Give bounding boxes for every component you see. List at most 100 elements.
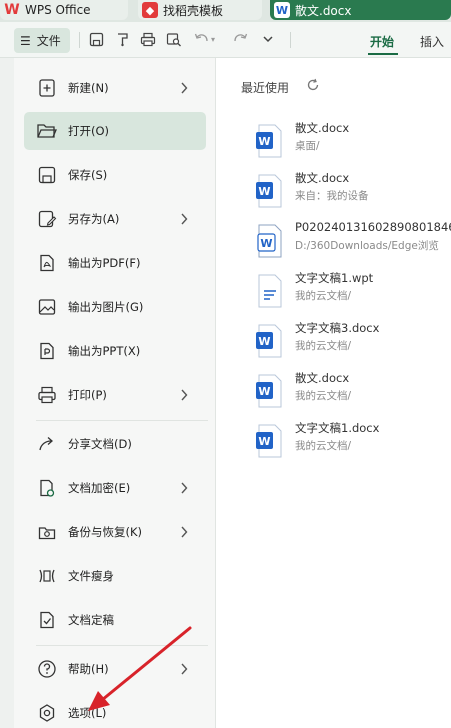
folder-open-icon: [36, 120, 58, 142]
tab-bar: W WPS Office ◆ 找稻壳模板 W 散文.docx: [0, 0, 451, 22]
chevron-right-icon: [176, 387, 192, 403]
word-doc-outline-icon: W: [256, 224, 284, 258]
file-path: 来自：我的设备: [295, 190, 369, 202]
docer-logo-icon: ◆: [142, 2, 158, 18]
menu-item-encrypt[interactable]: 文档加密(E): [24, 469, 206, 507]
toolbar-divider: [79, 32, 80, 48]
quick-toolbar: ☰ 文件 ▾ 开始 插入: [0, 22, 451, 58]
file-menu-button[interactable]: ☰ 文件: [14, 28, 70, 53]
word-doc-icon: W: [256, 374, 284, 408]
chevron-right-icon: [176, 480, 192, 496]
tab-wps-office[interactable]: W WPS Office: [0, 0, 128, 20]
menu-item-label: 输出为图片(G): [68, 300, 144, 314]
gear-icon: [36, 702, 58, 724]
recent-file-item[interactable]: W 散文.docx 我的云文档/: [252, 370, 451, 416]
menu-item-slim[interactable]: 文件瘦身: [24, 557, 206, 595]
menu-item-new[interactable]: 新建(N): [24, 69, 206, 107]
recent-file-item[interactable]: W 文字文稿1.docx 我的云文档/: [252, 420, 451, 466]
file-menu-panel: 新建(N) 打开(O) 保存(S) 另存为(A) 输出为PDF(F) 输出为图片…: [14, 58, 216, 728]
file-name: 散文.docx: [295, 371, 350, 385]
menu-item-label: 文档加密(E): [68, 481, 131, 495]
save-icon: [36, 164, 58, 186]
menu-item-label: 新建(N): [68, 81, 109, 95]
menu-item-finalize[interactable]: 文档定稿: [24, 601, 206, 639]
menu-item-help[interactable]: 帮助(H): [24, 650, 206, 688]
share-icon: [36, 433, 58, 455]
wps-logo-icon: W: [4, 2, 20, 18]
menu-item-options[interactable]: 选项(L): [24, 694, 206, 728]
refresh-icon[interactable]: [305, 77, 321, 93]
image-export-icon: [36, 296, 58, 318]
menu-item-label: 打开(O): [68, 124, 110, 138]
tab-find-templates[interactable]: ◆ 找稻壳模板: [138, 0, 262, 20]
menu-item-save[interactable]: 保存(S): [24, 156, 206, 194]
svg-text:W: W: [258, 435, 270, 448]
tab-wps-label: WPS Office: [25, 3, 91, 17]
menu-item-label: 文档定稿: [68, 613, 114, 627]
new-file-icon: [36, 77, 58, 99]
help-icon: [36, 658, 58, 680]
redo-icon[interactable]: [231, 30, 249, 48]
file-name: 文字文稿3.docx: [295, 321, 380, 335]
recent-file-item[interactable]: W 散文.docx 来自：我的设备: [252, 170, 451, 216]
menu-item-export-pdf[interactable]: 输出为PDF(F): [24, 244, 206, 282]
menu-item-export-image[interactable]: 输出为图片(G): [24, 288, 206, 326]
tab-insert[interactable]: 插入: [420, 33, 444, 50]
tab-doc-label: 散文.docx: [295, 3, 352, 18]
tab-document[interactable]: W 散文.docx: [270, 0, 451, 20]
chevron-right-icon: [176, 211, 192, 227]
menu-item-label: 输出为PPT(X): [68, 344, 141, 358]
recent-files-panel: 最近使用 W 散文.docx 桌面/ W 散文.docx 来自：我的设备 W P…: [216, 58, 451, 728]
menu-item-export-ppt[interactable]: 输出为PPT(X): [24, 332, 206, 370]
document-check-icon: [36, 609, 58, 631]
ppt-export-icon: [36, 340, 58, 362]
toolbar-divider-2: [290, 32, 291, 48]
file-path: 我的云文档/: [295, 340, 352, 352]
file-name: 文字文稿1.docx: [295, 421, 380, 435]
file-menu-label: 文件: [36, 34, 61, 48]
menu-divider: [36, 420, 208, 421]
recent-title: 最近使用: [241, 81, 290, 95]
file-path: 我的云文档/: [295, 290, 352, 302]
print-preview-icon[interactable]: [165, 30, 183, 48]
hamburger-icon: ☰: [20, 33, 31, 48]
undo-dropdown-icon[interactable]: ▾: [208, 30, 218, 48]
chevron-right-icon: [176, 524, 192, 540]
document-lock-icon: [36, 477, 58, 499]
more-dropdown-icon[interactable]: [259, 30, 277, 48]
menu-item-save-as[interactable]: 另存为(A): [24, 200, 206, 238]
menu-item-print[interactable]: 打印(P): [24, 376, 206, 414]
word-doc-icon: W: [274, 2, 290, 18]
menu-item-open[interactable]: 打开(O): [24, 112, 206, 150]
menu-item-label: 备份与恢复(K): [68, 525, 143, 539]
file-path: 我的云文档/: [295, 390, 352, 402]
chevron-right-icon: [176, 661, 192, 677]
active-tab-indicator: [368, 53, 398, 55]
menu-item-label: 输出为PDF(F): [68, 256, 141, 270]
save-as-icon: [36, 208, 58, 230]
chevron-right-icon: [176, 80, 192, 96]
word-doc-icon: W: [256, 174, 284, 208]
recent-file-item[interactable]: W 散文.docx 桌面/: [252, 120, 451, 166]
menu-item-label: 另存为(A): [68, 212, 120, 226]
recent-file-item[interactable]: 文字文稿1.wpt 我的云文档/: [252, 270, 451, 316]
file-path: 桌面/: [295, 140, 320, 152]
svg-text:W: W: [258, 185, 270, 198]
tab-start[interactable]: 开始: [370, 33, 394, 50]
print-icon[interactable]: [139, 30, 157, 48]
pdf-export-icon: [36, 252, 58, 274]
save-icon[interactable]: [87, 30, 105, 48]
word-doc-icon: W: [256, 424, 284, 458]
menu-item-label: 保存(S): [68, 168, 108, 182]
svg-text:W: W: [260, 237, 272, 250]
menu-item-share[interactable]: 分享文档(D): [24, 425, 206, 463]
word-doc-icon: W: [256, 124, 284, 158]
file-name: 散文.docx: [295, 171, 350, 185]
format-painter-icon[interactable]: [113, 30, 131, 48]
recent-file-item[interactable]: W 文字文稿3.docx 我的云文档/: [252, 320, 451, 366]
file-path: 我的云文档/: [295, 440, 352, 452]
recent-file-item[interactable]: W P020240131602890801846. D:/360Download…: [252, 220, 451, 266]
file-name: P020240131602890801846.: [295, 220, 451, 234]
menu-item-backup[interactable]: 备份与恢复(K): [24, 513, 206, 551]
word-doc-icon: W: [256, 324, 284, 358]
